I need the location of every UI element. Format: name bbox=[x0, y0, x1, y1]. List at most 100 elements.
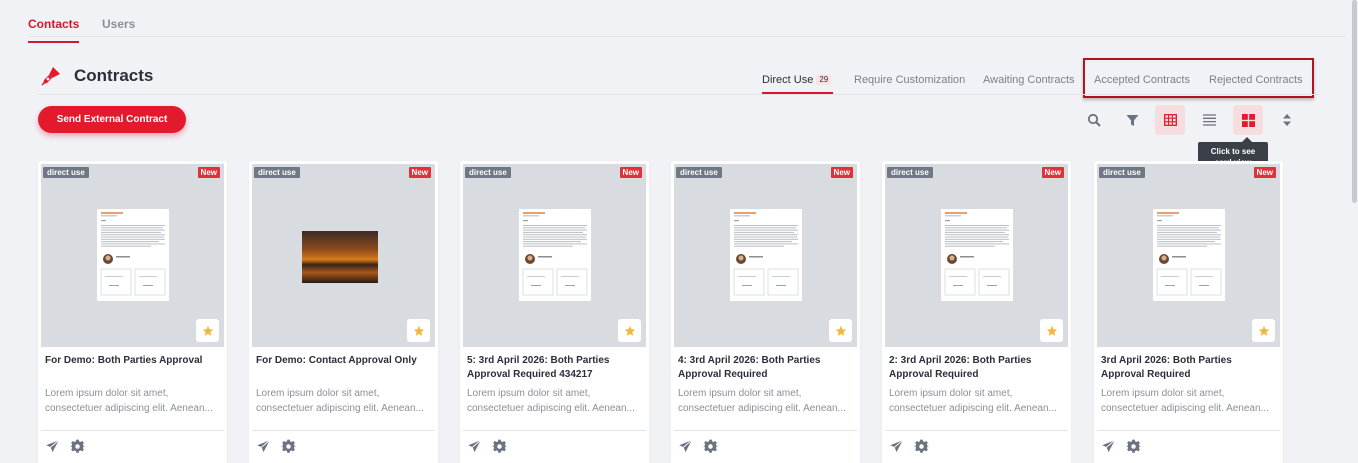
card-description: Lorem ipsum dolor sit amet, consectetuer… bbox=[1101, 386, 1276, 416]
card-actions bbox=[1101, 439, 1141, 454]
top-tabs: Contacts Users bbox=[28, 0, 1346, 43]
send-icon[interactable] bbox=[467, 439, 482, 454]
card-divider bbox=[252, 430, 435, 431]
gear-icon[interactable] bbox=[281, 439, 296, 454]
card-actions bbox=[467, 439, 507, 454]
card-description-line-1: Lorem ipsum dolor sit amet, bbox=[1101, 388, 1225, 399]
scrollbar-thumb[interactable] bbox=[1352, 0, 1357, 203]
direct-use-tag: direct use bbox=[465, 167, 511, 178]
card-title: For Demo: Contact Approval Only bbox=[256, 355, 417, 366]
document-thumbnail bbox=[519, 209, 591, 301]
search-button[interactable] bbox=[1079, 105, 1109, 135]
tab-contacts[interactable]: Contacts bbox=[28, 17, 80, 43]
card-view-button[interactable] bbox=[1233, 105, 1263, 135]
card-divider bbox=[674, 430, 857, 431]
table-view-button[interactable] bbox=[1155, 105, 1185, 135]
send-icon[interactable] bbox=[1101, 439, 1116, 454]
tab-awaiting-contracts[interactable]: Awaiting Contracts bbox=[983, 74, 1075, 86]
card-thumbnail: direct use New bbox=[463, 164, 646, 347]
card-thumbnail: direct use New bbox=[41, 164, 224, 347]
tab-users[interactable]: Users bbox=[102, 17, 135, 41]
tab-require-customization[interactable]: Require Customization bbox=[854, 74, 965, 86]
card-description: Lorem ipsum dolor sit amet, consectetuer… bbox=[467, 386, 642, 416]
card-description-line-2: consectetuer adipiscing elit. Aenean... bbox=[1101, 403, 1269, 414]
gear-icon[interactable] bbox=[1126, 439, 1141, 454]
document-preview-image bbox=[1153, 209, 1225, 301]
send-icon[interactable] bbox=[256, 439, 271, 454]
favorite-button[interactable] bbox=[1252, 319, 1275, 342]
contract-card[interactable]: direct use New 5: 3rd April 2026: Both P… bbox=[460, 161, 649, 463]
document-preview-image bbox=[519, 209, 591, 301]
document-preview-image bbox=[941, 209, 1013, 301]
card-description-line-2: consectetuer adipiscing elit. Aenean... bbox=[889, 403, 1057, 414]
star-icon bbox=[413, 325, 424, 336]
card-description-line-2: consectetuer adipiscing elit. Aenean... bbox=[467, 403, 635, 414]
star-icon bbox=[1046, 325, 1057, 336]
card-title: 2: 3rd April 2026: Both Parties Approval… bbox=[889, 355, 1032, 380]
card-title: 5: 3rd April 2026: Both Parties Approval… bbox=[467, 355, 610, 380]
send-icon[interactable] bbox=[889, 439, 904, 454]
card-divider bbox=[41, 430, 224, 431]
list-view-button[interactable] bbox=[1194, 105, 1224, 135]
sort-icon bbox=[1283, 114, 1291, 126]
contract-card[interactable]: direct use New For Demo: Contact Approva… bbox=[249, 161, 438, 463]
card-divider bbox=[885, 430, 1068, 431]
document-thumbnail bbox=[1153, 209, 1225, 301]
document-preview-image bbox=[97, 209, 169, 301]
card-description: Lorem ipsum dolor sit amet, consectetuer… bbox=[889, 386, 1064, 416]
card-description: Lorem ipsum dolor sit amet, consectetuer… bbox=[45, 386, 220, 416]
gear-icon[interactable] bbox=[703, 439, 718, 454]
direct-use-tag: direct use bbox=[254, 167, 300, 178]
star-icon bbox=[202, 325, 213, 336]
send-external-contract-button[interactable]: Send External Contract bbox=[38, 106, 186, 133]
gear-icon[interactable] bbox=[492, 439, 507, 454]
table-view-icon bbox=[1163, 114, 1177, 126]
favorite-button[interactable] bbox=[407, 319, 430, 342]
count-badge: 29 bbox=[816, 74, 832, 85]
card-view-icon bbox=[1241, 113, 1255, 127]
favorite-button[interactable] bbox=[1040, 319, 1063, 342]
favorite-button[interactable] bbox=[196, 319, 219, 342]
card-title: 3rd April 2026: Both Parties Approval Re… bbox=[1101, 355, 1232, 380]
star-icon bbox=[624, 325, 635, 336]
favorite-button[interactable] bbox=[829, 319, 852, 342]
card-thumbnail: direct use New bbox=[674, 164, 857, 347]
new-badge: New bbox=[408, 167, 431, 178]
card-description-line-1: Lorem ipsum dolor sit amet, bbox=[256, 388, 380, 399]
contract-card[interactable]: direct use New 3rd April 2026: Both Part… bbox=[1094, 161, 1283, 463]
contract-card[interactable]: direct use New 4: 3rd April 2026: Both P… bbox=[671, 161, 860, 463]
card-description-line-1: Lorem ipsum dolor sit amet, bbox=[45, 388, 169, 399]
card-thumbnail: direct use New bbox=[885, 164, 1068, 347]
tab-direct-use[interactable]: Direct Use 29 bbox=[762, 74, 832, 86]
new-badge: New bbox=[830, 167, 853, 178]
contract-card[interactable]: direct use New For Demo: Both Parties Ap… bbox=[38, 161, 227, 463]
city-photo-thumbnail bbox=[302, 231, 378, 283]
new-badge: New bbox=[197, 167, 220, 178]
new-badge: New bbox=[1253, 167, 1276, 178]
card-actions bbox=[889, 439, 929, 454]
gear-icon[interactable] bbox=[914, 439, 929, 454]
card-divider bbox=[463, 430, 646, 431]
tab-direct-use-label: Direct Use bbox=[762, 74, 814, 86]
contract-card[interactable]: direct use New 2: 3rd April 2026: Both P… bbox=[882, 161, 1071, 463]
tooltip-line-1: Click to see bbox=[1210, 147, 1256, 156]
card-actions bbox=[256, 439, 296, 454]
send-icon[interactable] bbox=[678, 439, 693, 454]
sort-button[interactable] bbox=[1272, 105, 1302, 135]
scrollbar[interactable] bbox=[1350, 0, 1358, 463]
pen-nib-icon bbox=[41, 67, 60, 86]
card-thumbnail: direct use New bbox=[1097, 164, 1280, 347]
gear-icon[interactable] bbox=[70, 439, 85, 454]
star-icon bbox=[1258, 325, 1269, 336]
new-badge: New bbox=[619, 167, 642, 178]
page-title: Contracts bbox=[74, 66, 154, 85]
document-thumbnail bbox=[97, 209, 169, 301]
document-thumbnail bbox=[941, 209, 1013, 301]
filter-button[interactable] bbox=[1117, 105, 1147, 135]
card-actions bbox=[45, 439, 85, 454]
header-divider bbox=[38, 94, 1318, 95]
favorite-button[interactable] bbox=[618, 319, 641, 342]
send-icon[interactable] bbox=[45, 439, 60, 454]
card-description: Lorem ipsum dolor sit amet, consectetuer… bbox=[256, 386, 431, 416]
document-preview-image bbox=[730, 209, 802, 301]
